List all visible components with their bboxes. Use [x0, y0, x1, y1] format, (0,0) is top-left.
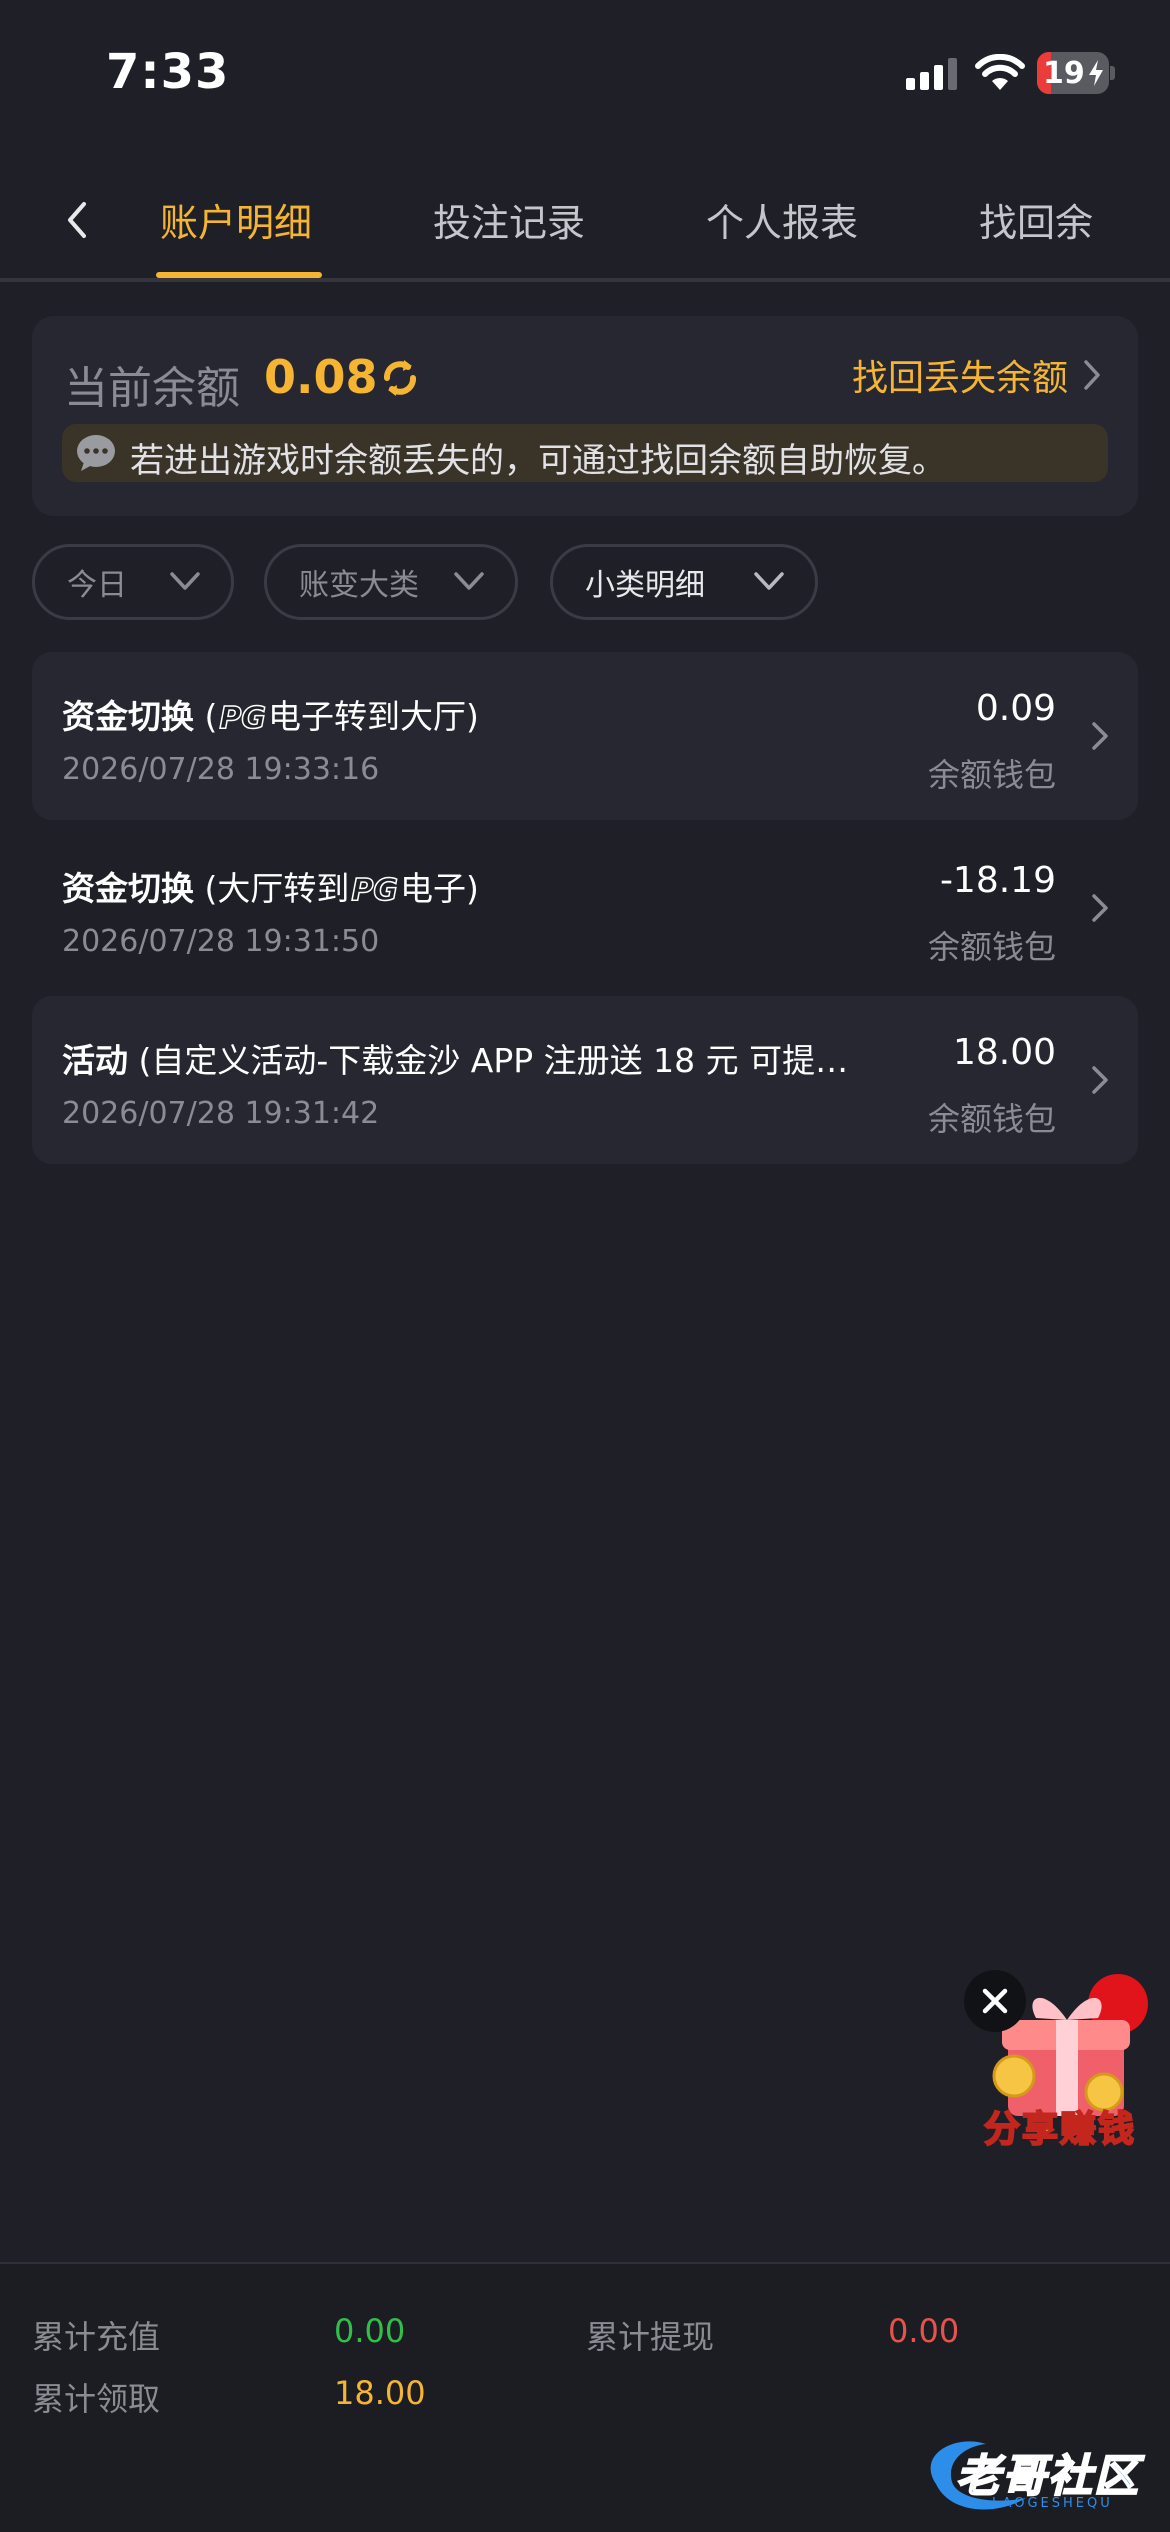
watermark-text: 老哥社区: [955, 2450, 1140, 2503]
total-claim-value: 18.00: [334, 2374, 426, 2412]
battery-level: 19: [1043, 56, 1085, 91]
watermark-logo: 老哥社区 LAOGESHEQU: [906, 2424, 1162, 2520]
total-deposit-value: 0.00: [334, 2312, 406, 2350]
tab-account-details[interactable]: 账户明细: [160, 192, 312, 247]
wifi-icon: [975, 54, 1025, 90]
total-withdraw-label: 累计提现: [586, 2318, 715, 2356]
watermark-subtext: LAOGESHEQU: [992, 2496, 1113, 2511]
refresh-icon[interactable]: [378, 356, 422, 400]
tab-bet-records[interactable]: 投注记录: [433, 192, 585, 247]
tab-bar: 账户明细 投注记录 个人报表 找回余: [0, 170, 1170, 282]
record-amount: 18.00: [952, 1032, 1056, 1073]
record-type: 活动: [62, 1041, 128, 1080]
recover-lost-balance-link[interactable]: 找回丢失余额: [852, 350, 1104, 400]
record-wallet: 余额钱包: [927, 756, 1056, 794]
pg-logo: PG: [219, 700, 267, 737]
notice-text: 若进出游戏时余额丢失的，可通过找回余额自助恢复。: [130, 441, 946, 481]
charging-bolt-icon: [1089, 60, 1103, 86]
active-tab-indicator: [156, 272, 322, 278]
record-title: 活动 (自定义活动-下载金沙 APP 注册送 18 元 可提…: [62, 1034, 848, 1082]
status-time: 7:33: [106, 44, 230, 100]
tab-recover-balance[interactable]: 找回余: [979, 192, 1093, 247]
chevron-down-icon: [170, 572, 200, 590]
record-type: 资金切换: [62, 869, 194, 908]
record-wallet: 余额钱包: [927, 1100, 1056, 1138]
filter-subcategory[interactable]: 小类明细: [550, 544, 818, 620]
total-claim-label: 累计领取: [32, 2380, 161, 2418]
record-detail: (大厅转到: [194, 869, 350, 908]
record-wallet: 余额钱包: [927, 928, 1056, 966]
pg-logo: PG: [351, 872, 399, 909]
record-row[interactable]: 活动 (自定义活动-下载金沙 APP 注册送 18 元 可提… 2026/07/…: [32, 996, 1138, 1164]
record-row[interactable]: 资金切换 (大厅转到PG电子) 2026/07/28 19:31:50 -18.…: [32, 824, 1138, 992]
filter-date-label: 今日: [67, 568, 127, 603]
promo-label: 分享赚钱: [983, 2108, 1136, 2151]
chevron-down-icon: [454, 572, 484, 590]
close-icon[interactable]: [964, 1970, 1026, 2032]
record-type: 资金切换: [62, 697, 194, 736]
record-title: 资金切换 (PG电子转到大厅): [62, 690, 479, 738]
record-title: 资金切换 (大厅转到PG电子): [62, 862, 479, 910]
chat-bubble-icon: [77, 435, 115, 471]
back-arrow-icon[interactable]: [56, 194, 96, 246]
record-detail-tail: 电子): [400, 869, 479, 908]
filter-category-label: 账变大类: [299, 568, 419, 603]
recover-lost-balance-label: 找回丢失余额: [851, 358, 1068, 399]
total-deposit-label: 累计充值: [32, 2318, 161, 2356]
filter-subcategory-label: 小类明细: [585, 568, 705, 603]
total-withdraw-value: 0.00: [888, 2312, 960, 2350]
status-bar: 7:33 19: [0, 0, 1170, 150]
tab-personal-report[interactable]: 个人报表: [706, 192, 858, 247]
record-time: 2026/07/28 19:31:50: [62, 924, 380, 959]
chevron-right-icon: [1092, 894, 1108, 922]
record-amount: 0.09: [975, 688, 1056, 729]
battery-icon: 19: [1037, 52, 1115, 94]
filter-date[interactable]: 今日: [32, 544, 234, 620]
chevron-down-icon: [754, 572, 784, 590]
cellular-signal-icon: [906, 58, 957, 90]
notice-banner: 若进出游戏时余额丢失的，可通过找回余额自助恢复。: [62, 424, 1108, 482]
balance-card: 当前余额 0.08 找回丢失余额 若进出游戏时余额丢失的，可通过找回余额自助恢复…: [32, 316, 1138, 516]
balance-value: 0.08: [264, 350, 378, 404]
record-time: 2026/07/28 19:31:42: [62, 1096, 380, 1131]
record-detail-tail: 电子转到大厅): [268, 697, 479, 736]
balance-label: 当前余额: [64, 363, 240, 414]
filter-category[interactable]: 账变大类: [264, 544, 518, 620]
share-earn-promo[interactable]: 分享赚钱: [964, 1966, 1154, 2156]
chevron-right-icon: [1084, 360, 1100, 390]
record-detail: (自定义活动-下载金沙 APP 注册送 18 元 可提…: [128, 1041, 849, 1080]
record-time: 2026/07/28 19:33:16: [62, 752, 380, 787]
record-detail: (: [194, 697, 218, 736]
record-amount: -18.19: [939, 860, 1056, 901]
record-row[interactable]: 资金切换 (PG电子转到大厅) 2026/07/28 19:33:16 0.09…: [32, 652, 1138, 820]
chevron-right-icon: [1092, 1066, 1108, 1094]
chevron-right-icon: [1092, 722, 1108, 750]
